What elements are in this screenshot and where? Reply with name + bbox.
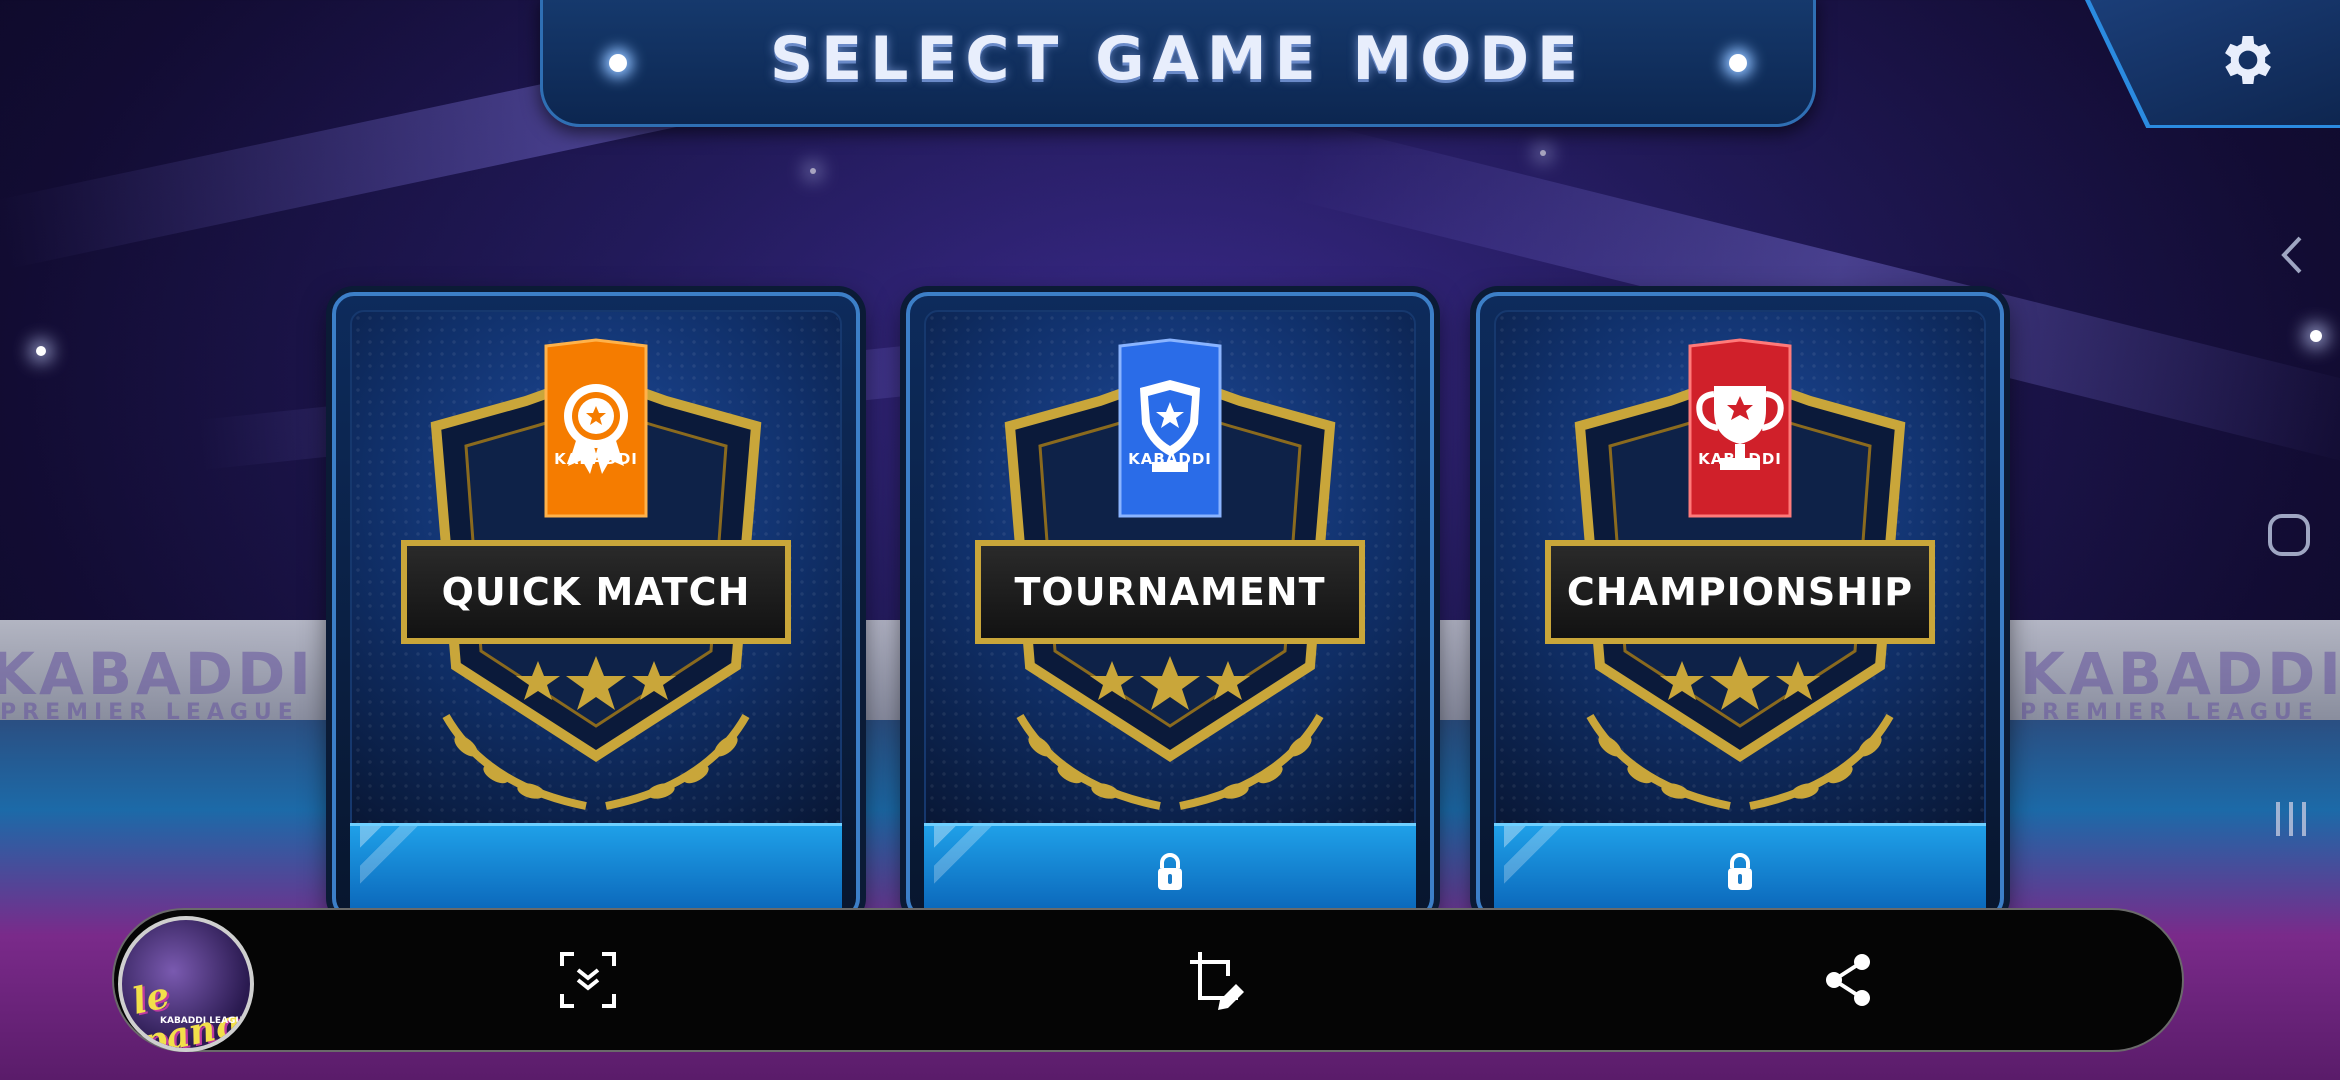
mode-label: TOURNAMENT	[1014, 570, 1326, 614]
card-footer	[924, 823, 1416, 916]
card-footer	[350, 823, 842, 916]
header-panel: SELECT GAME MODE	[540, 0, 1816, 127]
home-icon[interactable]	[2266, 512, 2312, 558]
header-light-right	[1729, 54, 1747, 72]
recents-icon[interactable]	[2270, 798, 2312, 840]
lock-icon	[1728, 853, 1752, 890]
share-icon[interactable]	[1816, 948, 1880, 1012]
mode-label-plate: CHAMPIONSHIP	[1545, 540, 1935, 644]
nav-home-button[interactable]	[2266, 512, 2312, 562]
banner-right-text: KABADDI	[2020, 640, 2340, 708]
mode-card-quick-match[interactable]: KABADDI QUICK MATCH	[332, 292, 860, 920]
page-title: SELECT GAME MODE	[769, 24, 1587, 94]
gear-icon[interactable]	[2216, 28, 2280, 92]
screenshot-thumbnail[interactable]: le panga KABADDI LEAGUE	[118, 916, 254, 1052]
badge-caption: KABADDI	[1128, 450, 1212, 468]
thumbnail-logo-subtext: KABADDI LEAGUE	[160, 1016, 249, 1026]
badge-caption: KABADDI	[1698, 450, 1782, 468]
badge-caption: KABADDI	[554, 450, 638, 468]
nav-recents-button[interactable]	[2270, 798, 2312, 844]
nav-back-button[interactable]	[2272, 230, 2312, 284]
back-icon[interactable]	[2272, 230, 2312, 280]
mode-card-tournament[interactable]: KABADDI TOURNAMENT	[906, 292, 1434, 920]
banner-left-text: KABADDI	[0, 640, 315, 708]
mode-card-championship[interactable]: KABADDI CHAMPIONSHIP	[1476, 292, 2004, 920]
thumbnail-logo-text: le panga	[128, 974, 254, 1052]
crop-edit-icon[interactable]	[1186, 948, 1250, 1012]
lock-icon	[1158, 853, 1182, 890]
mode-label: QUICK MATCH	[441, 570, 751, 614]
mode-label: CHAMPIONSHIP	[1566, 570, 1914, 614]
mode-label-plate: QUICK MATCH	[401, 540, 791, 644]
mode-label-plate: TOURNAMENT	[975, 540, 1365, 644]
card-footer	[1494, 823, 1986, 916]
scroll-capture-icon[interactable]	[556, 948, 620, 1012]
